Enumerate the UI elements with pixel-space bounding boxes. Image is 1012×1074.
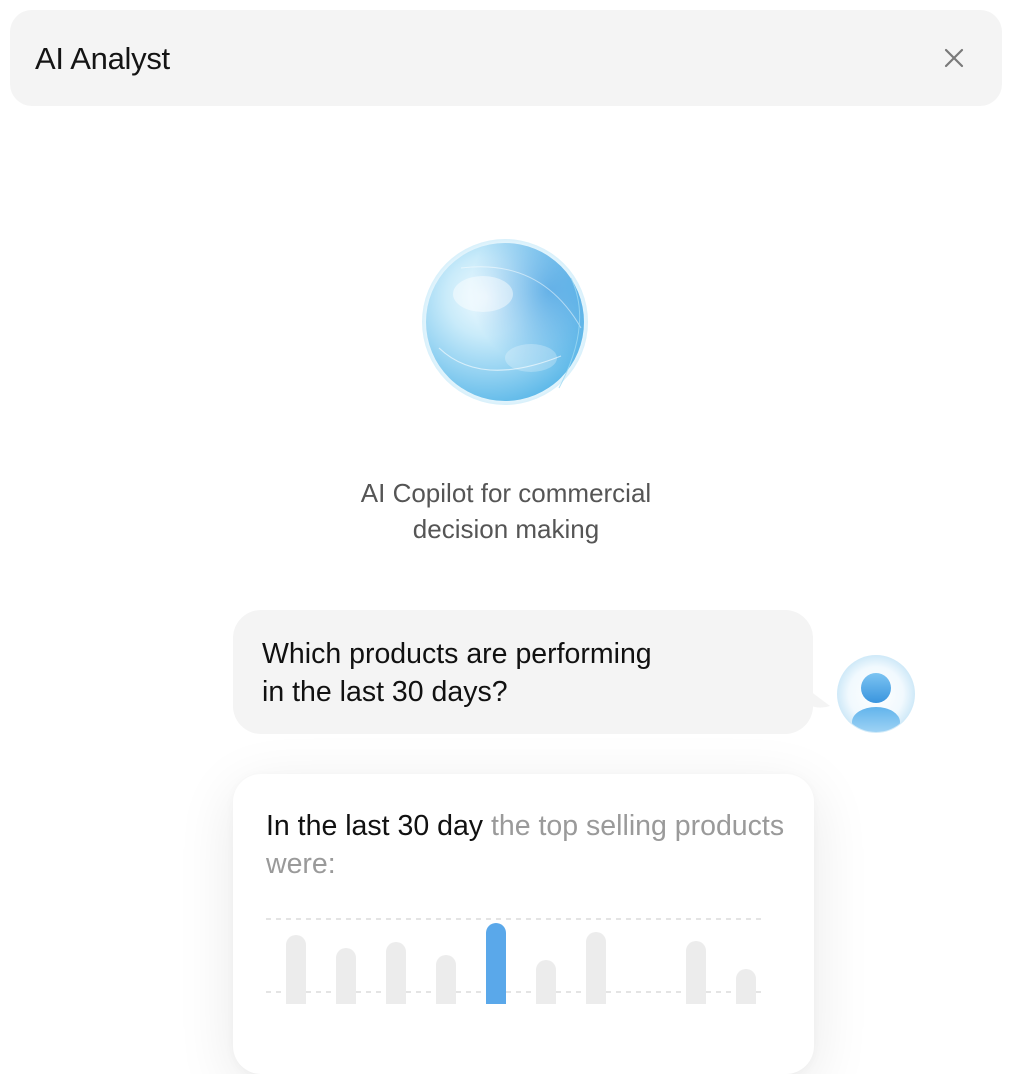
header-bar: AI Analyst	[10, 10, 1002, 106]
close-button[interactable]	[938, 42, 970, 74]
chart-bar	[286, 935, 306, 1004]
tagline: AI Copilot for commercial decision makin…	[256, 475, 756, 547]
top-products-chart	[266, 918, 766, 1004]
user-message-line-2: in the last 30 days?	[262, 676, 508, 708]
chart-bar	[586, 932, 606, 1004]
chart-bar	[686, 941, 706, 1004]
chart-bar	[386, 942, 406, 1004]
user-message-line-1: Which products are performing	[262, 638, 652, 670]
chart-bar	[436, 955, 456, 1004]
close-icon	[944, 48, 964, 68]
user-message-bubble: Which products are performing in the las…	[233, 610, 813, 734]
ai-response-lead: In the last 30 day	[266, 810, 484, 842]
chart-bar-highlighted	[486, 923, 506, 1004]
chart-bar	[736, 969, 756, 1004]
chart-bar	[336, 948, 356, 1004]
user-message-text: Which products are performing in the las…	[262, 635, 652, 711]
page-title: AI Analyst	[35, 41, 170, 76]
tagline-line-1: AI Copilot for commercial	[360, 478, 652, 508]
chart-bar	[536, 960, 556, 1004]
user-avatar-icon	[836, 654, 916, 734]
ai-orb-icon	[421, 238, 589, 406]
ai-response-text: In the last 30 day the top selling produ…	[266, 807, 786, 883]
bubble-tail	[806, 688, 830, 708]
tagline-line-2: decision making	[412, 514, 600, 544]
